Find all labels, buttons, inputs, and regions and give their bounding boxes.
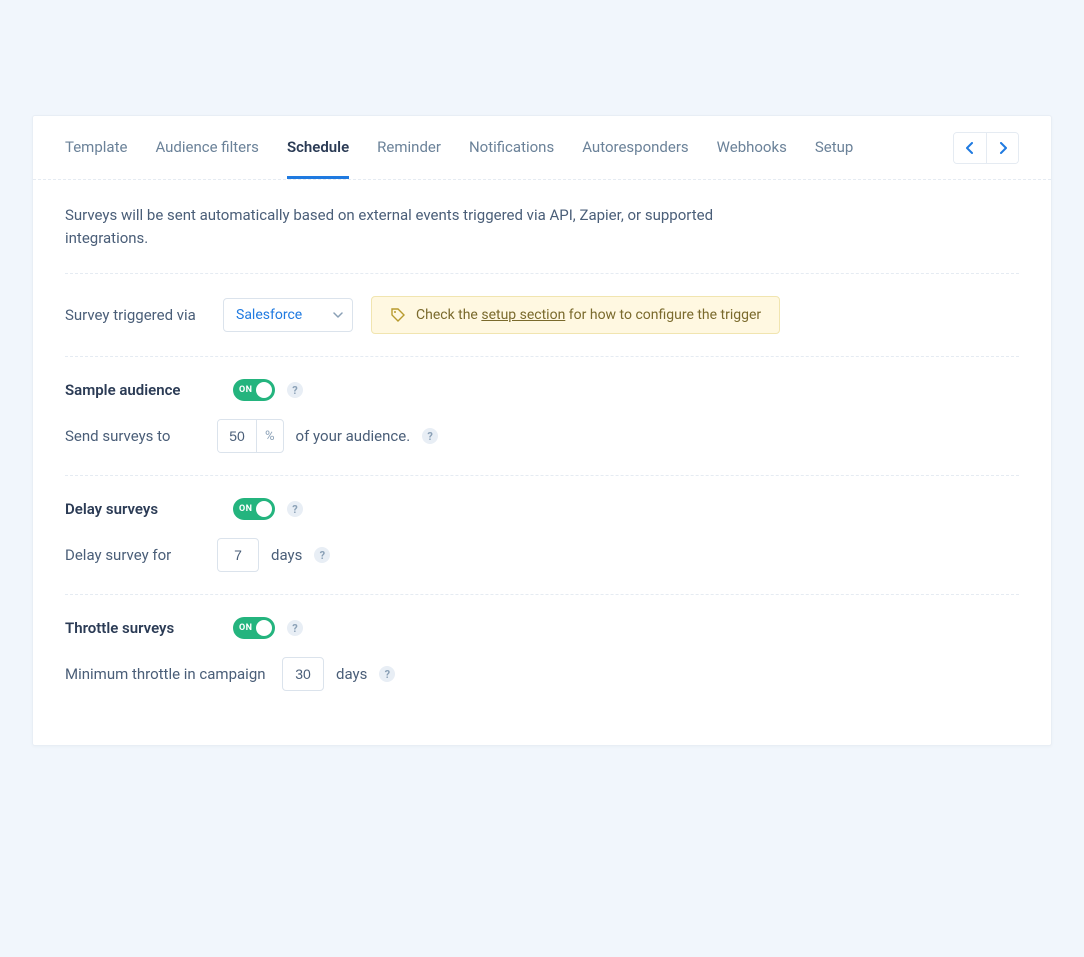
banner-text: Check the setup section for how to confi… bbox=[416, 307, 761, 323]
sample-controls: ON ? bbox=[233, 379, 303, 401]
tab-autoresponders[interactable]: Autoresponders bbox=[582, 116, 688, 179]
tabs-row: Template Audience filters Schedule Remin… bbox=[33, 116, 1051, 180]
toggle-knob bbox=[256, 501, 272, 517]
percent-group: % bbox=[217, 419, 284, 453]
percent-input[interactable] bbox=[218, 420, 256, 452]
tabs: Template Audience filters Schedule Remin… bbox=[65, 116, 853, 179]
throttle-section: Throttle surveys ON ? Minimum throttle i… bbox=[65, 595, 1019, 713]
tab-setup[interactable]: Setup bbox=[815, 116, 853, 179]
send-prefix: Send surveys to bbox=[65, 427, 205, 445]
throttle-unit: days bbox=[336, 665, 367, 683]
next-button[interactable] bbox=[986, 133, 1018, 163]
tag-icon bbox=[390, 307, 406, 323]
prev-button[interactable] bbox=[954, 133, 986, 163]
settings-panel: Template Audience filters Schedule Remin… bbox=[32, 115, 1052, 746]
delay-header: Delay surveys ON ? bbox=[65, 498, 1019, 520]
info-banner: Check the setup section for how to confi… bbox=[371, 296, 780, 334]
sample-row: Send surveys to % of your audience. ? bbox=[65, 419, 1019, 453]
help-icon[interactable]: ? bbox=[287, 382, 303, 398]
banner-post: for how to configure the trigger bbox=[565, 307, 761, 323]
toggle-knob bbox=[256, 382, 272, 398]
trigger-select[interactable]: Salesforce bbox=[223, 298, 353, 332]
tab-webhooks[interactable]: Webhooks bbox=[717, 116, 787, 179]
trigger-row: Survey triggered via Salesforce Check th… bbox=[65, 274, 1019, 357]
help-icon[interactable]: ? bbox=[287, 620, 303, 636]
throttle-header: Throttle surveys ON ? bbox=[65, 617, 1019, 639]
sample-title: Sample audience bbox=[65, 381, 205, 399]
banner-pre: Check the bbox=[416, 307, 481, 323]
tab-notifications[interactable]: Notifications bbox=[469, 116, 554, 179]
throttle-row: Minimum throttle in campaign days ? bbox=[65, 657, 1019, 691]
help-icon[interactable]: ? bbox=[314, 547, 330, 563]
trigger-select-wrap: Salesforce bbox=[223, 298, 353, 332]
help-icon[interactable]: ? bbox=[287, 501, 303, 517]
throttle-prefix: Minimum throttle in campaign bbox=[65, 665, 270, 683]
toggle-knob bbox=[256, 620, 272, 636]
toggle-label: ON bbox=[239, 504, 252, 514]
delay-unit: days bbox=[271, 546, 302, 564]
delay-row: Delay survey for days ? bbox=[65, 538, 1019, 572]
setup-section-link[interactable]: setup section bbox=[481, 307, 565, 323]
tab-schedule[interactable]: Schedule bbox=[287, 116, 349, 179]
throttle-controls: ON ? bbox=[233, 617, 303, 639]
throttle-title: Throttle surveys bbox=[65, 619, 205, 637]
trigger-label: Survey triggered via bbox=[65, 306, 205, 324]
chevron-right-icon bbox=[999, 142, 1007, 154]
delay-section: Delay surveys ON ? Delay survey for days… bbox=[65, 476, 1019, 595]
throttle-toggle[interactable]: ON bbox=[233, 617, 275, 639]
tab-audience-filters[interactable]: Audience filters bbox=[155, 116, 259, 179]
tab-reminder[interactable]: Reminder bbox=[377, 116, 441, 179]
percent-unit: % bbox=[256, 420, 283, 452]
sample-toggle[interactable]: ON bbox=[233, 379, 275, 401]
chevron-left-icon bbox=[966, 142, 974, 154]
throttle-input[interactable] bbox=[282, 657, 324, 691]
delay-title: Delay surveys bbox=[65, 500, 205, 518]
delay-controls: ON ? bbox=[233, 498, 303, 520]
send-suffix: of your audience. bbox=[296, 427, 411, 445]
sample-section: Sample audience ON ? Send surveys to % o… bbox=[65, 357, 1019, 476]
delay-input[interactable] bbox=[217, 538, 259, 572]
delay-prefix: Delay survey for bbox=[65, 546, 205, 564]
help-icon[interactable]: ? bbox=[379, 666, 395, 682]
tab-template[interactable]: Template bbox=[65, 116, 127, 179]
delay-toggle[interactable]: ON bbox=[233, 498, 275, 520]
help-icon[interactable]: ? bbox=[422, 428, 438, 444]
toggle-label: ON bbox=[239, 623, 252, 633]
intro-text: Surveys will be sent automatically based… bbox=[65, 204, 765, 273]
toggle-label: ON bbox=[239, 385, 252, 395]
sample-header: Sample audience ON ? bbox=[65, 379, 1019, 401]
content: Surveys will be sent automatically based… bbox=[33, 180, 1051, 745]
pager bbox=[953, 132, 1019, 164]
